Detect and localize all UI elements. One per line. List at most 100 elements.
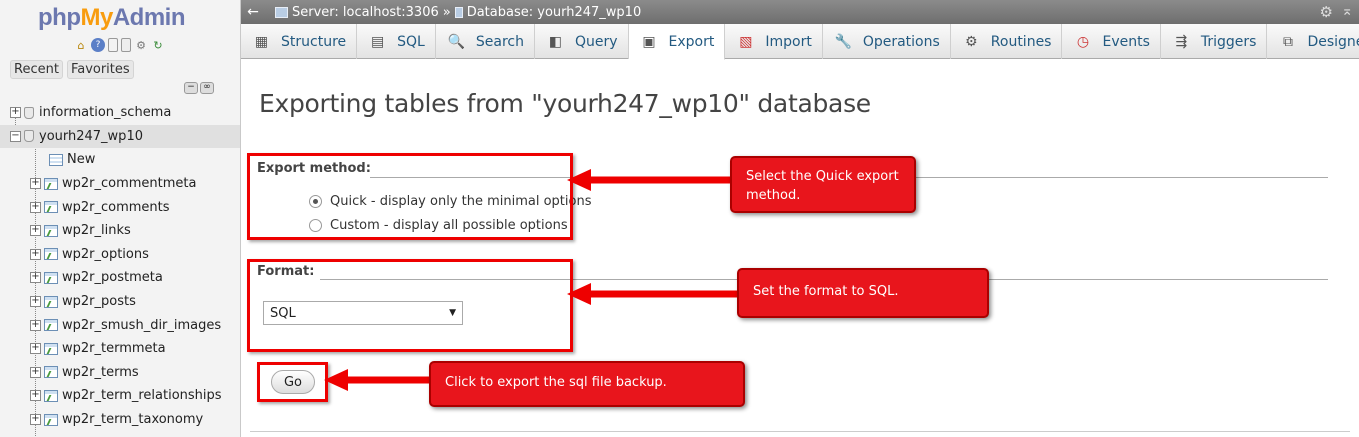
expand-icon[interactable]: + [30, 248, 41, 260]
tree-item-label[interactable]: wp2r_links [62, 223, 131, 238]
highlight-export-method [247, 153, 573, 240]
tree-item-table[interactable]: + wp2r_postmeta [0, 266, 240, 290]
tree-item-label[interactable]: wp2r_term_taxonomy [62, 412, 203, 427]
page-title: Exporting tables from "yourh247_wp10" da… [259, 89, 871, 118]
tree-item-information-schema[interactable]: + information_schema [0, 101, 240, 125]
tree-item-table[interactable]: + wp2r_terms [0, 361, 240, 385]
tree-item-yourh247-wp10[interactable]: − yourh247_wp10 [0, 124, 240, 149]
tree-item-new[interactable]: New [0, 148, 240, 172]
tree-item-table[interactable]: + wp2r_commentmeta [0, 172, 240, 196]
table-icon [44, 389, 58, 402]
tab-designer[interactable]: ⧉ Designer [1267, 24, 1359, 59]
tab-structure[interactable]: ▦ Structure [241, 24, 358, 59]
home-icon[interactable]: ⌂ [74, 38, 88, 52]
tree-item-label[interactable]: wp2r_postmeta [62, 270, 163, 285]
wrench-icon: 🔧 [834, 33, 853, 50]
tree-item-label[interactable]: wp2r_comments [62, 200, 170, 215]
tree-item-table[interactable]: + wp2r_termmeta [0, 337, 240, 361]
sql-icon: ▤ [371, 33, 385, 50]
tree-item-label[interactable]: wp2r_termmeta [62, 341, 166, 356]
arrow-to-format [567, 283, 741, 305]
tree-item-label[interactable]: information_schema [39, 105, 171, 120]
favorites-tab[interactable]: Favorites [66, 60, 134, 79]
tab-triggers[interactable]: ⇶ Triggers [1161, 24, 1268, 59]
table-icon [44, 271, 58, 284]
settings-icon[interactable]: ⚙ [134, 38, 148, 52]
tree-item-label[interactable]: wp2r_terms [62, 365, 139, 380]
tree-item-label[interactable]: wp2r_posts [62, 294, 136, 309]
tab-operations[interactable]: 🔧 Operations [823, 24, 951, 59]
tree-item-table[interactable]: + wp2r_comments [0, 195, 240, 219]
tab-import[interactable]: ▧ Import [725, 24, 823, 59]
tab-search[interactable]: 🔍 Search [436, 24, 535, 59]
tree-item-label[interactable]: wp2r_commentmeta [62, 176, 197, 191]
callout-go-export: Click to export the sql file backup. [429, 361, 745, 407]
phpmyadmin-logo[interactable]: phpMyAdmin [38, 4, 186, 32]
callout-quick-export: Select the Quick export method. [730, 156, 916, 213]
tab-query[interactable]: ◧ Query [535, 24, 629, 59]
collapse-all-icon[interactable]: − [184, 82, 198, 94]
breadcrumb-database[interactable]: Database: yourh247_wp10 [454, 5, 642, 20]
nav-tabs: Recent Favorites [10, 60, 134, 79]
navigation-panel: phpMyAdmin ⌂ ? ⚙ ↻ Recent Favorites − ∞ … [0, 0, 241, 437]
tab-sql[interactable]: ▤ SQL [357, 24, 436, 59]
table-icon [44, 295, 58, 308]
tab-label: Import [765, 33, 812, 50]
expand-icon[interactable]: + [30, 414, 41, 426]
table-icon [44, 248, 58, 261]
docs-icon[interactable] [108, 38, 118, 52]
expand-icon[interactable]: + [30, 178, 41, 190]
tree-item-table[interactable]: + wp2r_term_taxonomy [0, 408, 240, 432]
table-icon [44, 366, 58, 379]
back-arrow-icon[interactable]: ← [241, 4, 265, 20]
collapse-icon[interactable]: − [10, 130, 21, 142]
database-icon [24, 106, 34, 119]
link-icon[interactable]: ∞ [200, 82, 214, 94]
tree-item-label[interactable]: wp2r_term_relationships [62, 388, 222, 403]
tree-item-table[interactable]: + wp2r_links [0, 219, 240, 243]
tree-item-label[interactable]: wp2r_smush_dir_images [62, 318, 221, 333]
reload-icon[interactable]: ↻ [151, 38, 165, 52]
expand-icon[interactable]: + [30, 319, 41, 331]
help-icon[interactable]: ? [91, 38, 105, 52]
expand-icon[interactable]: + [30, 296, 41, 308]
import-icon: ▧ [739, 33, 753, 50]
tab-routines[interactable]: ⚙ Routines [951, 24, 1063, 59]
expand-icon[interactable]: + [30, 343, 41, 355]
tab-bar: ▦ Structure ▤ SQL 🔍 Search ◧ Query ▣ Export ▧… [241, 24, 1359, 60]
query-icon: ◧ [548, 33, 563, 50]
tab-label: SQL [397, 33, 425, 50]
tab-export[interactable]: ▣ Export [628, 24, 726, 60]
tab-label: Export [668, 33, 715, 50]
breadcrumb-server-label[interactable]: Server: localhost:3306 [292, 5, 439, 20]
table-icon [44, 413, 58, 426]
expand-icon[interactable]: + [30, 201, 41, 213]
settings-gear-icon[interactable]: ⚙ [1320, 3, 1333, 21]
expand-icon[interactable]: + [10, 107, 21, 119]
tree-item-label[interactable]: New [67, 152, 95, 167]
tree-item-table[interactable]: + wp2r_options [0, 243, 240, 267]
breadcrumb-server[interactable]: Server: localhost:3306 [275, 5, 439, 20]
expand-icon[interactable]: + [30, 390, 41, 402]
expand-icon[interactable]: + [30, 366, 41, 378]
tree-item-table[interactable]: + wp2r_smush_dir_images [0, 313, 240, 337]
table-icon [44, 177, 58, 190]
highlight-format [247, 259, 573, 352]
routines-icon: ⚙ [965, 33, 978, 50]
tree-item-table[interactable]: + wp2r_posts [0, 290, 240, 314]
database-tree: + information_schema − yourh247_wp10 New… [0, 101, 240, 436]
breadcrumb-database-label[interactable]: Database: yourh247_wp10 [467, 5, 642, 20]
table-icon [44, 342, 58, 355]
server-icon [275, 6, 288, 18]
tree-item-label[interactable]: yourh247_wp10 [39, 129, 143, 144]
tab-label: Query [574, 33, 618, 50]
expand-icon[interactable]: + [30, 272, 41, 284]
expand-icon[interactable]: + [30, 225, 41, 237]
tree-item-label[interactable]: wp2r_options [62, 247, 149, 262]
new-table-icon [49, 153, 63, 166]
collapse-top-icon[interactable]: ⌅ [1341, 3, 1353, 19]
tab-events[interactable]: ◷ Events [1062, 24, 1161, 59]
docs-alt-icon[interactable] [121, 38, 131, 52]
recent-tab[interactable]: Recent [10, 60, 63, 79]
tree-item-table[interactable]: + wp2r_term_relationships [0, 384, 240, 408]
